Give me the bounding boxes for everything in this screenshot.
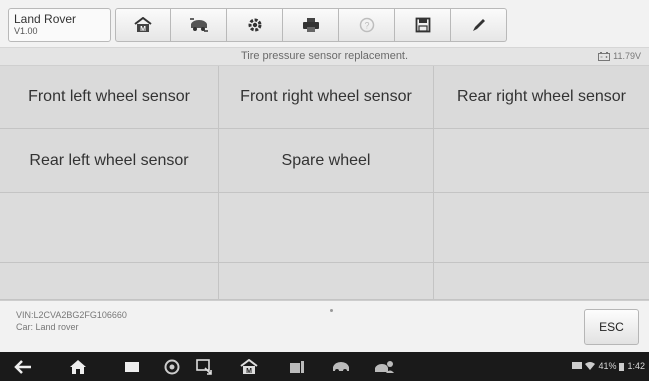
option-rear-right-wheel-sensor[interactable]: Rear right wheel sensor [434,66,649,129]
home-m-icon: M [134,17,152,33]
svg-text:M: M [140,26,146,33]
vehicle-info-footer: VIN:L2CVA2BG2FG106660 Car: Land rover ES… [0,300,649,352]
diagnostics-home-icon[interactable]: M [238,357,260,377]
option-spare-wheel[interactable]: Spare wheel [219,129,434,193]
option-front-left-wheel-sensor[interactable]: Front left wheel sensor [0,66,219,129]
empty-cell [434,193,649,263]
battery-icon [598,51,611,61]
svg-text:?: ? [364,21,369,31]
message-icon [572,362,583,369]
edit-button[interactable] [451,8,507,42]
empty-cell [434,263,649,300]
vehicle-brand-box: Land Rover V1.00 [8,8,111,42]
settings-button[interactable] [227,8,283,42]
empty-cell [0,193,219,263]
screen-cast-icon[interactable] [194,357,216,377]
empty-cell [434,129,649,193]
home-button[interactable]: M [115,8,171,42]
system-status: 41% 1:42 [572,361,645,371]
option-front-right-wheel-sensor[interactable]: Front right wheel sensor [219,66,434,129]
empty-cell [219,263,434,300]
car-text: Car: Land rover [16,322,79,332]
save-button[interactable] [395,8,451,42]
remote-service-icon[interactable] [373,357,395,377]
top-header: Land Rover V1.00 M ? [0,0,649,48]
option-rear-left-wheel-sensor[interactable]: Rear left wheel sensor [0,129,219,193]
tools-icon[interactable] [286,357,308,377]
toolbar: M ? [115,8,507,42]
vin-text: VIN:L2CVA2BG2FG106660 [16,310,127,320]
empty-cell [219,193,434,263]
recent-apps-icon[interactable] [121,357,143,377]
brand-version: V1.00 [14,26,38,36]
voltage-indicator: 11.79V [598,51,641,61]
clock: 1:42 [627,361,645,371]
brand-name: Land Rover [14,12,77,26]
function-title: Tire pressure sensor replacement. [240,50,409,62]
wifi-icon [585,362,596,370]
sensor-selection-grid: Front left wheel sensor Front right whee… [0,66,649,300]
battery-level-icon [619,362,625,371]
floppy-icon [415,17,430,33]
pencil-icon [472,19,485,31]
function-title-bar: Tire pressure sensor replacement. 11.79V [0,48,649,66]
help-icon: ? [359,17,374,33]
battery-percent: 41% [598,361,617,371]
help-button[interactable]: ? [339,8,395,42]
home-icon[interactable] [67,357,89,377]
car-icon[interactable] [330,357,352,377]
print-button[interactable] [283,8,339,42]
voltage-value: 11.79V [613,51,641,61]
page-indicator [330,309,333,312]
esc-button[interactable]: ESC [584,309,639,345]
vehicle-info: VIN:L2CVA2BG2FG106660 Car: Land rover [16,309,127,333]
chrome-icon[interactable] [161,357,183,377]
printer-icon [302,18,319,32]
gear-icon [248,18,261,32]
vehicle-swap-button[interactable] [171,8,227,42]
svg-text:M: M [246,368,252,375]
empty-cell [0,263,219,300]
back-icon[interactable] [12,357,34,377]
car-swap-icon [189,18,208,32]
system-navigation-bar: M 41% 1:42 [0,352,649,381]
